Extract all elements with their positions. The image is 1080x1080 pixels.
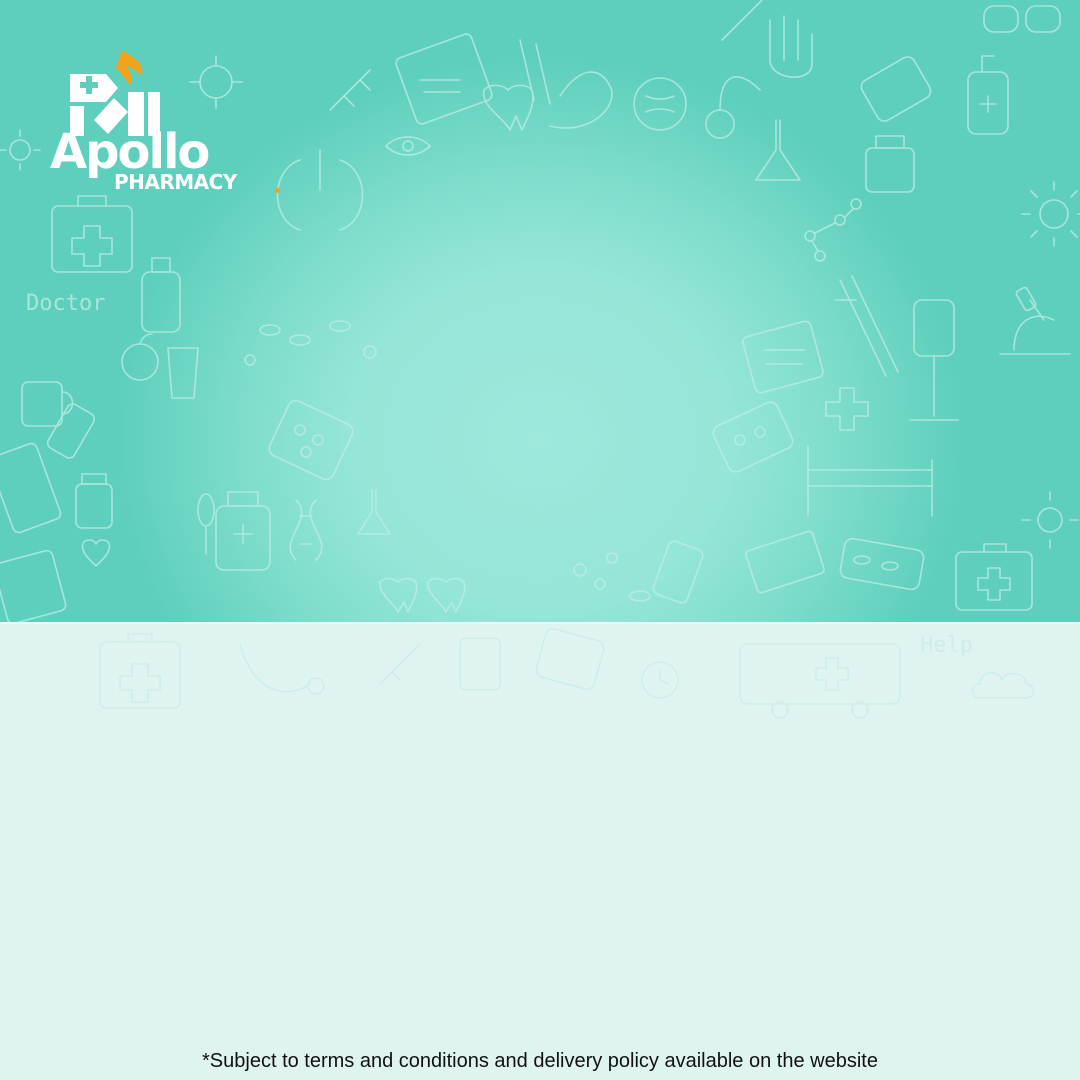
first-aid-kit-icon (99, 633, 181, 709)
bottle-icon (141, 257, 181, 333)
floor-area: Help (0, 624, 1080, 1080)
hero-background: Doctor Apollo PHARMACY (0, 0, 1080, 624)
sanitizer-icon (967, 55, 1009, 135)
tooth-icon (427, 577, 466, 613)
clock-icon (641, 661, 679, 699)
heart-icon (81, 539, 111, 567)
hospital-bed-icon (807, 445, 933, 517)
mug-icon (21, 381, 74, 427)
glass-icon (167, 347, 199, 399)
bottle-icon (652, 540, 704, 604)
syringe-icon (329, 69, 371, 111)
apollo-pharmacy-logo: Apollo PHARMACY (46, 40, 296, 210)
crutch-icon (835, 275, 899, 377)
spoon-icon (197, 493, 215, 555)
logo-tagline: PHARMACY (114, 170, 237, 194)
ambulance-icon (739, 643, 901, 719)
bottle-icon (46, 403, 96, 459)
doodle-word-help: Help (920, 633, 973, 658)
pills-icon (573, 552, 651, 602)
blister-pack-icon (712, 401, 794, 473)
stethoscope-icon (549, 71, 761, 139)
medicine-box-icon (745, 530, 825, 594)
logo-wordmark: Apollo (50, 124, 210, 180)
stethoscope-icon (239, 643, 325, 695)
pill-strip-icon (839, 537, 925, 591)
prescription-icon (742, 320, 824, 394)
eye-icon (385, 136, 431, 156)
floor-doodle-pattern: Help (99, 628, 1035, 719)
goggles-icon (983, 5, 1061, 33)
clipboard-icon (395, 33, 493, 125)
apple-icon (121, 333, 159, 381)
bacteria-icon (0, 129, 41, 171)
tube-icon (0, 442, 62, 534)
molecule-icon (804, 198, 862, 262)
medicine-bottle-icon (215, 491, 271, 571)
terms-disclaimer: *Subject to terms and conditions and del… (202, 1050, 878, 1072)
flask-icon (755, 119, 801, 181)
syringe-icon (379, 643, 421, 685)
glove-icon (769, 15, 813, 78)
flask-icon (357, 489, 391, 535)
tooth-icon (379, 577, 418, 613)
blister-pack-icon (268, 399, 354, 481)
cloud-icon (971, 672, 1035, 699)
jar-icon (75, 473, 113, 529)
virus-icon (1021, 491, 1079, 549)
pills-icon (244, 320, 377, 366)
clipboard-icon (0, 549, 67, 624)
bottle-icon (865, 135, 915, 193)
virus-icon (1021, 181, 1080, 247)
bottle-icon (860, 56, 932, 122)
iv-drip-icon (909, 299, 959, 421)
doodle-word-doctor: Doctor (26, 291, 105, 316)
dna-icon (289, 499, 323, 561)
scalpel-icon (519, 39, 551, 105)
medical-cross-icon (825, 387, 869, 431)
first-aid-kit-icon (955, 543, 1033, 611)
brain-icon (633, 77, 687, 131)
thermometer-icon (721, 0, 763, 41)
microscope-icon (999, 286, 1071, 355)
clipboard-icon (459, 637, 501, 691)
blister-pack-icon (535, 628, 605, 690)
logo-dot-icon (275, 188, 280, 193)
